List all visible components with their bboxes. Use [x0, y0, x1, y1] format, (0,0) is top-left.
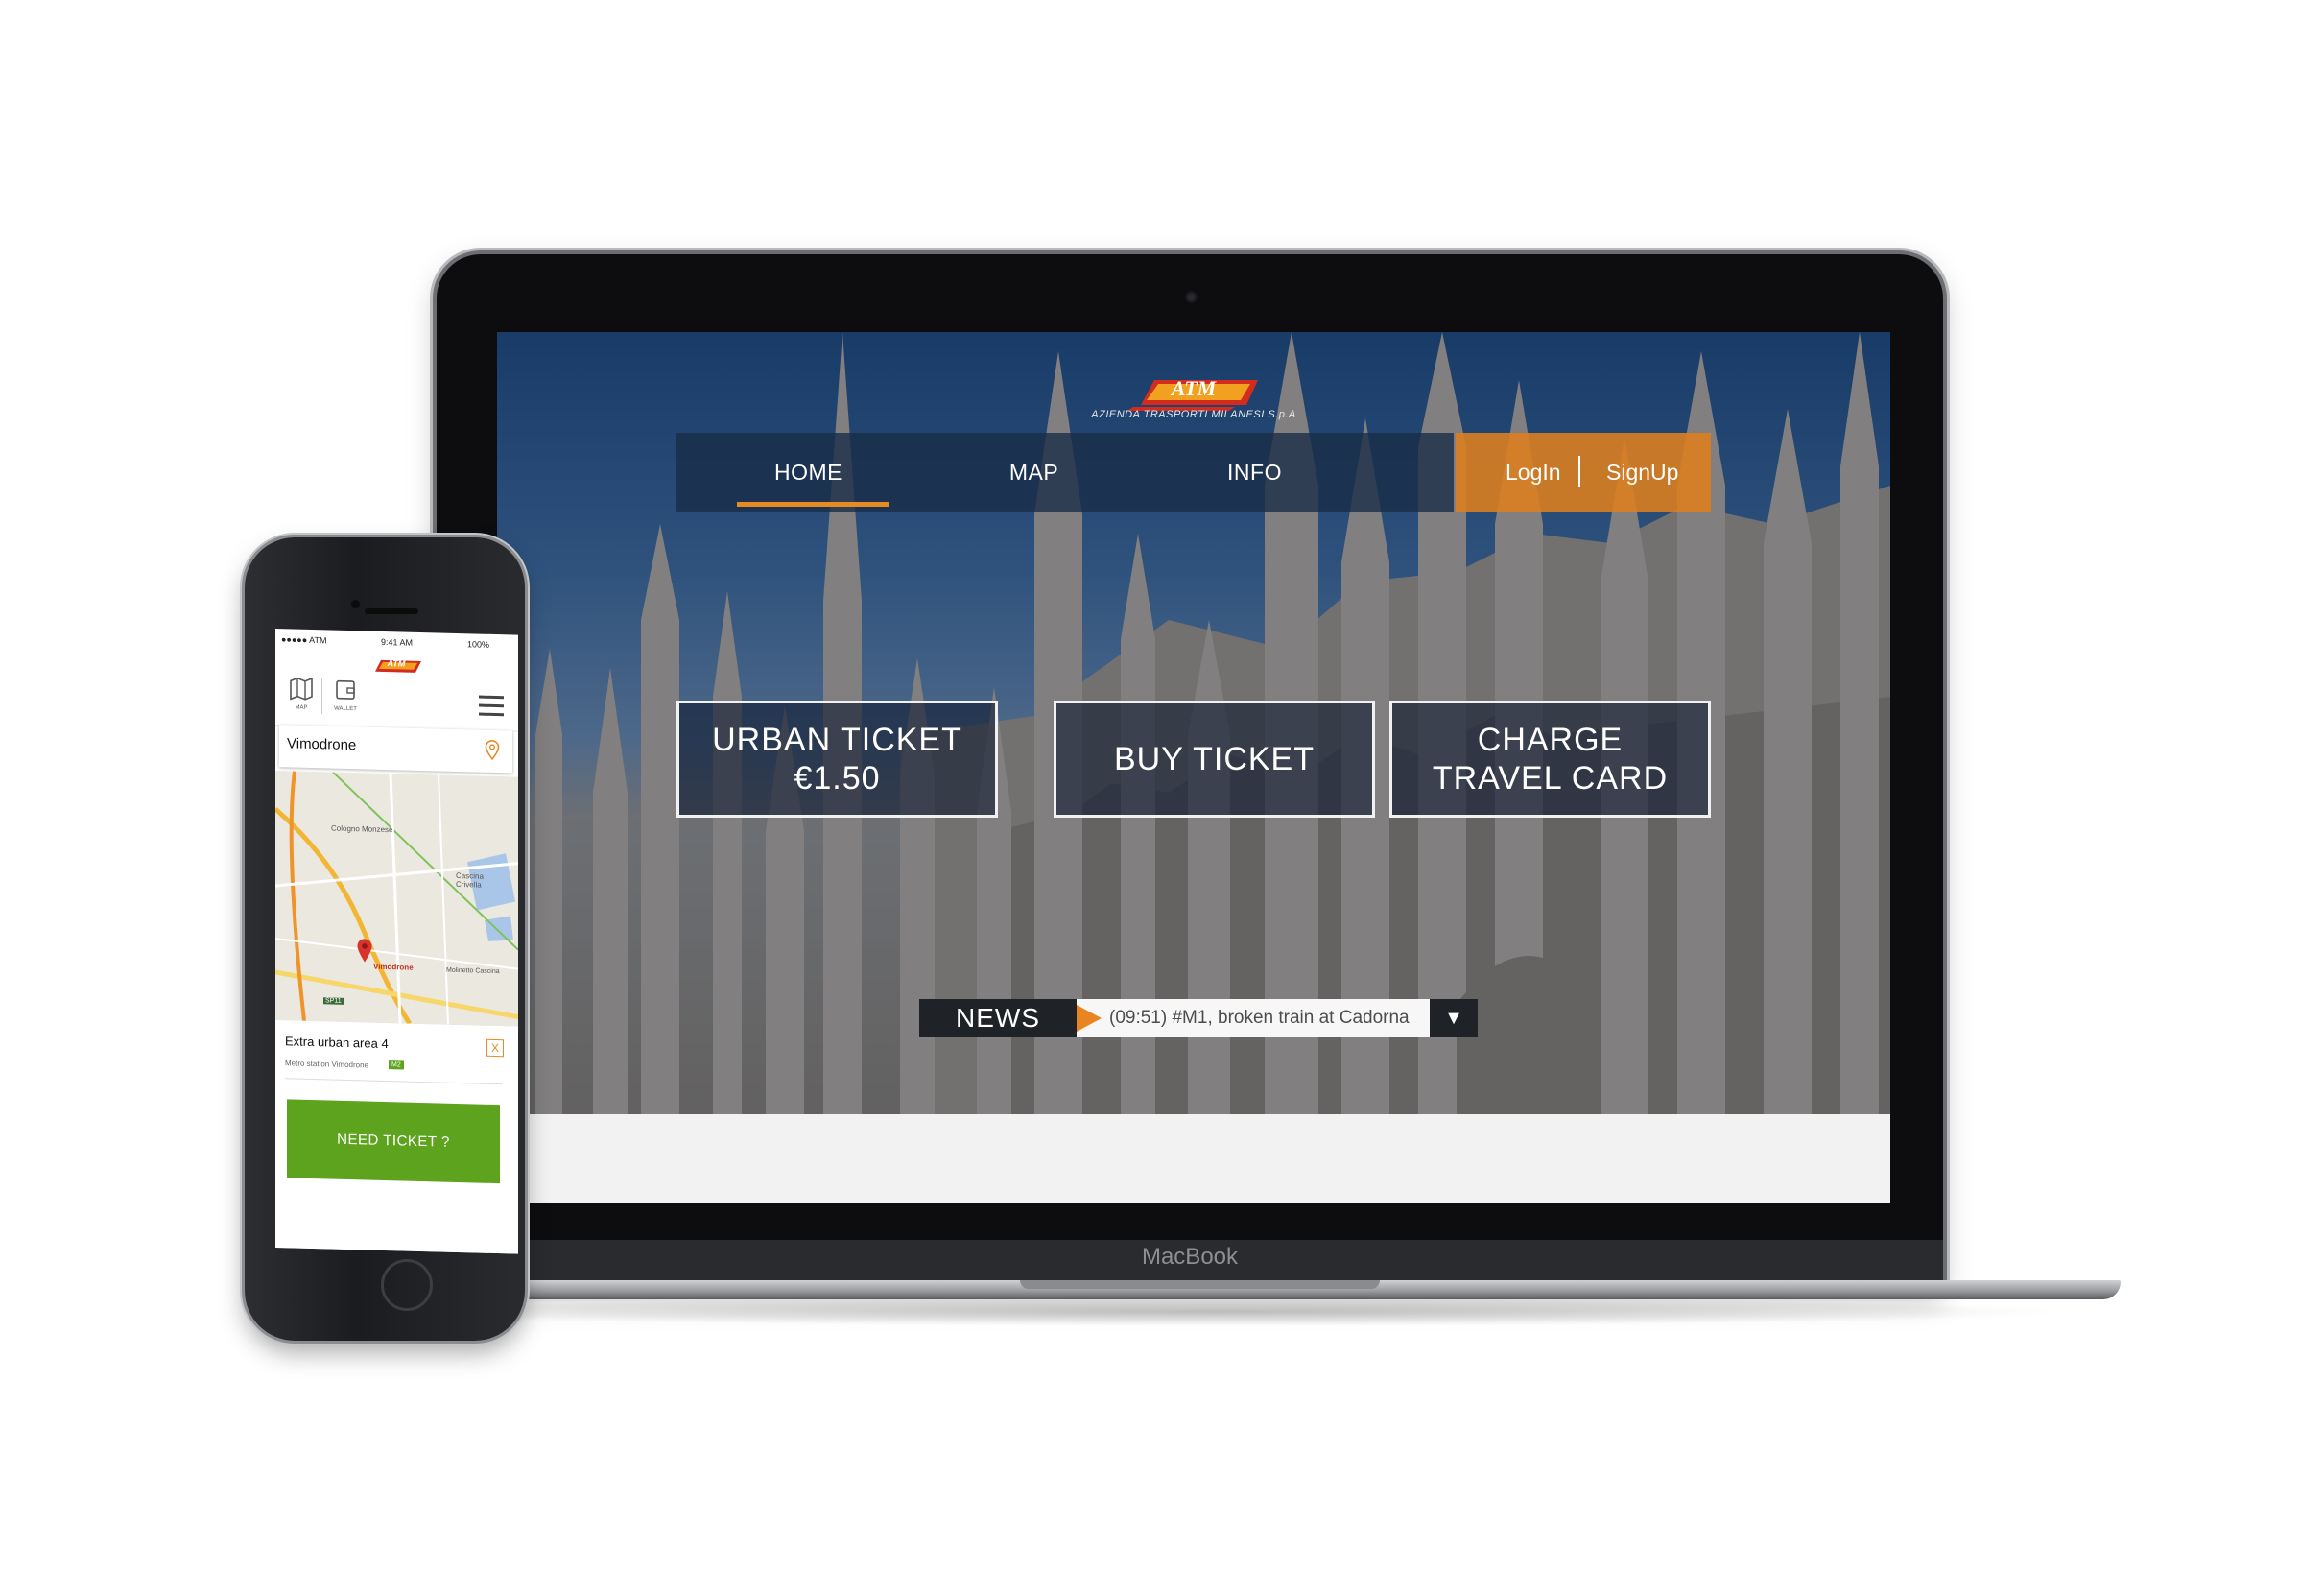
logo-text: ATM — [1171, 376, 1217, 400]
nav-item-home[interactable]: HOME — [729, 433, 888, 512]
laptop-screen: ATM AZIENDA TRASPORTI MILANESI S.p.A HOM… — [497, 332, 1890, 1203]
buy-ticket-button[interactable]: BUY TICKET — [1054, 701, 1375, 818]
tab-wallet[interactable]: WALLET — [329, 678, 362, 721]
wallet-icon — [336, 679, 355, 700]
news-arrow-icon — [1077, 1005, 1102, 1032]
metro-line-badge: M2 — [389, 1060, 404, 1070]
phone-screen: ●●●●● ATM 9:41 AM 100% ATM MAP WALLET Vi… — [275, 629, 518, 1254]
tile-label: URBAN TICKET — [712, 722, 962, 758]
tile-label: BUY TICKET — [1113, 741, 1316, 777]
map-roads — [275, 771, 518, 1027]
map-pin-icon[interactable] — [356, 938, 373, 963]
tile-price: €1.50 — [794, 760, 881, 797]
main-navbar: HOME MAP INFO — [676, 433, 1454, 512]
map-label: Molinetto Cascina — [446, 966, 500, 976]
location-search-input[interactable]: Vimodrone — [279, 725, 512, 774]
nav-item-map[interactable]: MAP — [955, 433, 1113, 512]
phone-volume-down — [240, 806, 244, 866]
station-text: Metro station Vimodrone — [285, 1059, 369, 1070]
ticket-card: Extra urban area 4 X Metro station Vimod… — [275, 1022, 518, 1254]
tab-divider — [321, 678, 322, 715]
phone-logo-text: ATM — [387, 658, 406, 669]
nav-active-indicator — [737, 502, 889, 507]
camera-icon — [1186, 292, 1197, 302]
tab-wallet-label: WALLET — [334, 705, 357, 713]
urban-ticket-button[interactable]: URBAN TICKET €1.50 — [676, 701, 998, 818]
tab-map-label: MAP — [295, 704, 308, 711]
phone-home-button[interactable] — [381, 1259, 433, 1311]
nav-item-info[interactable]: INFO — [1175, 433, 1334, 512]
map-label: Vimodrone — [373, 962, 414, 972]
phone-camera-icon — [351, 600, 360, 608]
zone-title: Extra urban area 4 — [285, 1034, 389, 1052]
map-view[interactable]: Cologno Monzese Cascina Crivella Vimodro… — [275, 771, 518, 1027]
carrier-text: ●●●●● ATM — [281, 634, 327, 646]
map-icon — [290, 677, 313, 701]
phone-speaker — [365, 608, 418, 614]
laptop-shadow — [365, 1297, 2073, 1326]
battery-text: 100% — [467, 639, 490, 650]
login-link[interactable]: LogIn — [1506, 433, 1561, 512]
phone-app-header: ATM MAP WALLET — [275, 648, 518, 732]
tile-label: CHARGE — [1477, 722, 1624, 758]
close-icon[interactable]: X — [486, 1038, 504, 1058]
news-ticker-text[interactable]: (09:51) #M1, broken train at Cadorna — [1077, 999, 1439, 1037]
card-divider — [285, 1078, 502, 1085]
road-badge: SP11 — [323, 997, 344, 1005]
hamburger-icon[interactable] — [479, 695, 504, 718]
logo-tagline: AZIENDA TRASPORTI MILANESI S.p.A — [1091, 409, 1296, 420]
status-time: 9:41 AM — [381, 636, 414, 648]
map-label: Cologno Monzese — [331, 823, 393, 835]
auth-divider — [1578, 456, 1580, 487]
charge-travel-card-button[interactable]: CHARGE TRAVEL CARD — [1389, 701, 1711, 818]
location-pin-icon[interactable] — [485, 740, 500, 761]
tab-map[interactable]: MAP — [285, 677, 318, 720]
phone-mute-switch — [240, 662, 244, 697]
phone-volume-up — [240, 729, 244, 789]
map-label: Cascina Crivella — [456, 870, 484, 890]
hero-image: ATM AZIENDA TRASPORTI MILANESI S.p.A HOM… — [497, 332, 1890, 1114]
need-ticket-button[interactable]: NEED TICKET ? — [287, 1099, 500, 1184]
auth-box: LogIn SignUp — [1456, 433, 1711, 512]
tile-label-2: TRAVEL CARD — [1432, 760, 1669, 797]
laptop-brand-label: MacBook — [1141, 1244, 1239, 1270]
news-dropdown-button[interactable]: ▼ — [1430, 999, 1478, 1037]
laptop-hinge-notch — [1020, 1280, 1380, 1289]
phone-logo[interactable]: ATM — [369, 656, 423, 675]
search-value: Vimodrone — [287, 735, 357, 754]
news-label: NEWS — [919, 999, 1077, 1037]
signup-link[interactable]: SignUp — [1606, 433, 1678, 512]
